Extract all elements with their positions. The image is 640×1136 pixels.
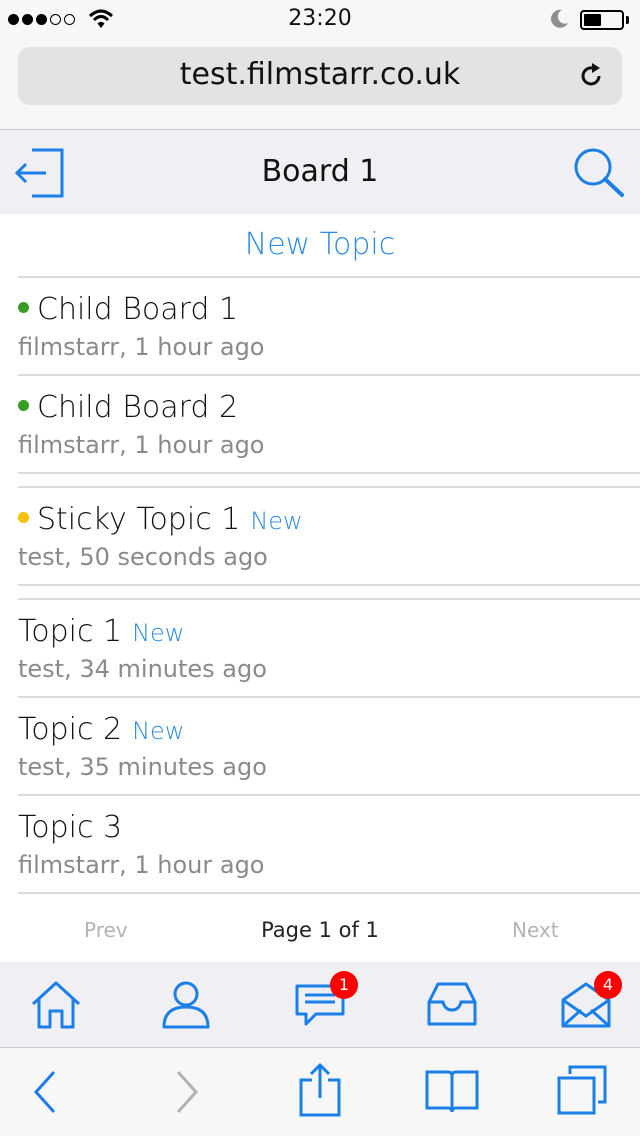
sticky-dot bbox=[18, 512, 29, 523]
last-post-meta: filmstarr, 1 hour ago bbox=[18, 851, 265, 879]
status-time: 23:20 bbox=[288, 6, 352, 31]
bookmarks-icon[interactable] bbox=[424, 1068, 480, 1116]
messages-tab[interactable]: 1 bbox=[294, 971, 358, 1034]
divider bbox=[18, 472, 640, 474]
divider bbox=[18, 794, 640, 796]
new-badge[interactable]: New bbox=[132, 717, 184, 745]
new-badge[interactable]: New bbox=[250, 507, 302, 535]
online-dot bbox=[18, 400, 29, 411]
last-post-meta: test, 35 minutes ago bbox=[18, 753, 267, 781]
list-item[interactable]: Topic 1 New test, 34 minutes ago bbox=[18, 614, 618, 683]
child-board-title[interactable]: Child Board 2 bbox=[37, 390, 238, 425]
home-icon[interactable] bbox=[30, 980, 82, 1030]
back-icon[interactable] bbox=[28, 1068, 62, 1116]
address-bar-area: test.filmstarr.co.uk bbox=[0, 40, 640, 130]
divider bbox=[18, 584, 640, 586]
divider bbox=[18, 374, 640, 376]
browser-toolbar bbox=[0, 1048, 640, 1136]
page-title: Board 1 bbox=[261, 154, 379, 189]
profile-icon[interactable] bbox=[160, 980, 212, 1030]
notification-badge: 1 bbox=[330, 971, 358, 999]
last-post-meta: filmstarr, 1 hour ago bbox=[18, 431, 265, 459]
topic-title[interactable]: Topic 3 bbox=[18, 810, 122, 845]
child-board-title[interactable]: Child Board 1 bbox=[37, 292, 238, 327]
list-item[interactable]: Child Board 1 filmstarr, 1 hour ago bbox=[18, 292, 618, 361]
inbox-icon[interactable] bbox=[426, 980, 478, 1030]
topic-title[interactable]: Sticky Topic 1 bbox=[37, 502, 240, 537]
search-icon[interactable] bbox=[572, 146, 628, 198]
divider bbox=[18, 276, 640, 278]
next-page-link[interactable]: Next bbox=[512, 918, 559, 942]
tabs-icon[interactable] bbox=[556, 1064, 608, 1116]
last-post-meta: filmstarr, 1 hour ago bbox=[18, 333, 265, 361]
list-item[interactable]: Topic 3 filmstarr, 1 hour ago bbox=[18, 810, 618, 879]
reload-icon[interactable] bbox=[576, 61, 606, 91]
topic-title[interactable]: Topic 2 bbox=[18, 712, 122, 747]
last-post-meta: test, 50 seconds ago bbox=[18, 543, 268, 571]
mail-tab[interactable]: 4 bbox=[560, 971, 622, 1034]
divider bbox=[18, 598, 640, 600]
divider bbox=[18, 892, 640, 894]
pagination: Prev Page 1 of 1 Next bbox=[0, 900, 640, 962]
topic-title[interactable]: Topic 1 bbox=[18, 614, 122, 649]
list-item[interactable]: Child Board 2 filmstarr, 1 hour ago bbox=[18, 390, 618, 459]
new-badge[interactable]: New bbox=[132, 619, 184, 647]
share-icon[interactable] bbox=[298, 1062, 342, 1118]
notification-badge: 4 bbox=[594, 971, 622, 999]
address-bar[interactable]: test.filmstarr.co.uk bbox=[18, 47, 622, 105]
last-post-meta: test, 34 minutes ago bbox=[18, 655, 267, 683]
status-bar: 23:20 bbox=[0, 0, 640, 40]
battery-icon bbox=[580, 10, 624, 30]
list-item[interactable]: Sticky Topic 1 New test, 50 seconds ago bbox=[18, 502, 618, 571]
online-dot bbox=[18, 302, 29, 313]
forum-tab-bar: 1 4 bbox=[0, 962, 640, 1048]
do-not-disturb-icon bbox=[551, 9, 568, 28]
board-header: Board 1 bbox=[0, 130, 640, 214]
list-item[interactable]: Topic 2 New test, 35 minutes ago bbox=[18, 712, 618, 781]
divider bbox=[18, 696, 640, 698]
divider bbox=[18, 486, 640, 488]
forward-icon[interactable] bbox=[170, 1068, 204, 1116]
new-topic-button[interactable]: New Topic bbox=[0, 214, 640, 276]
url-text[interactable]: test.filmstarr.co.uk bbox=[18, 57, 622, 92]
